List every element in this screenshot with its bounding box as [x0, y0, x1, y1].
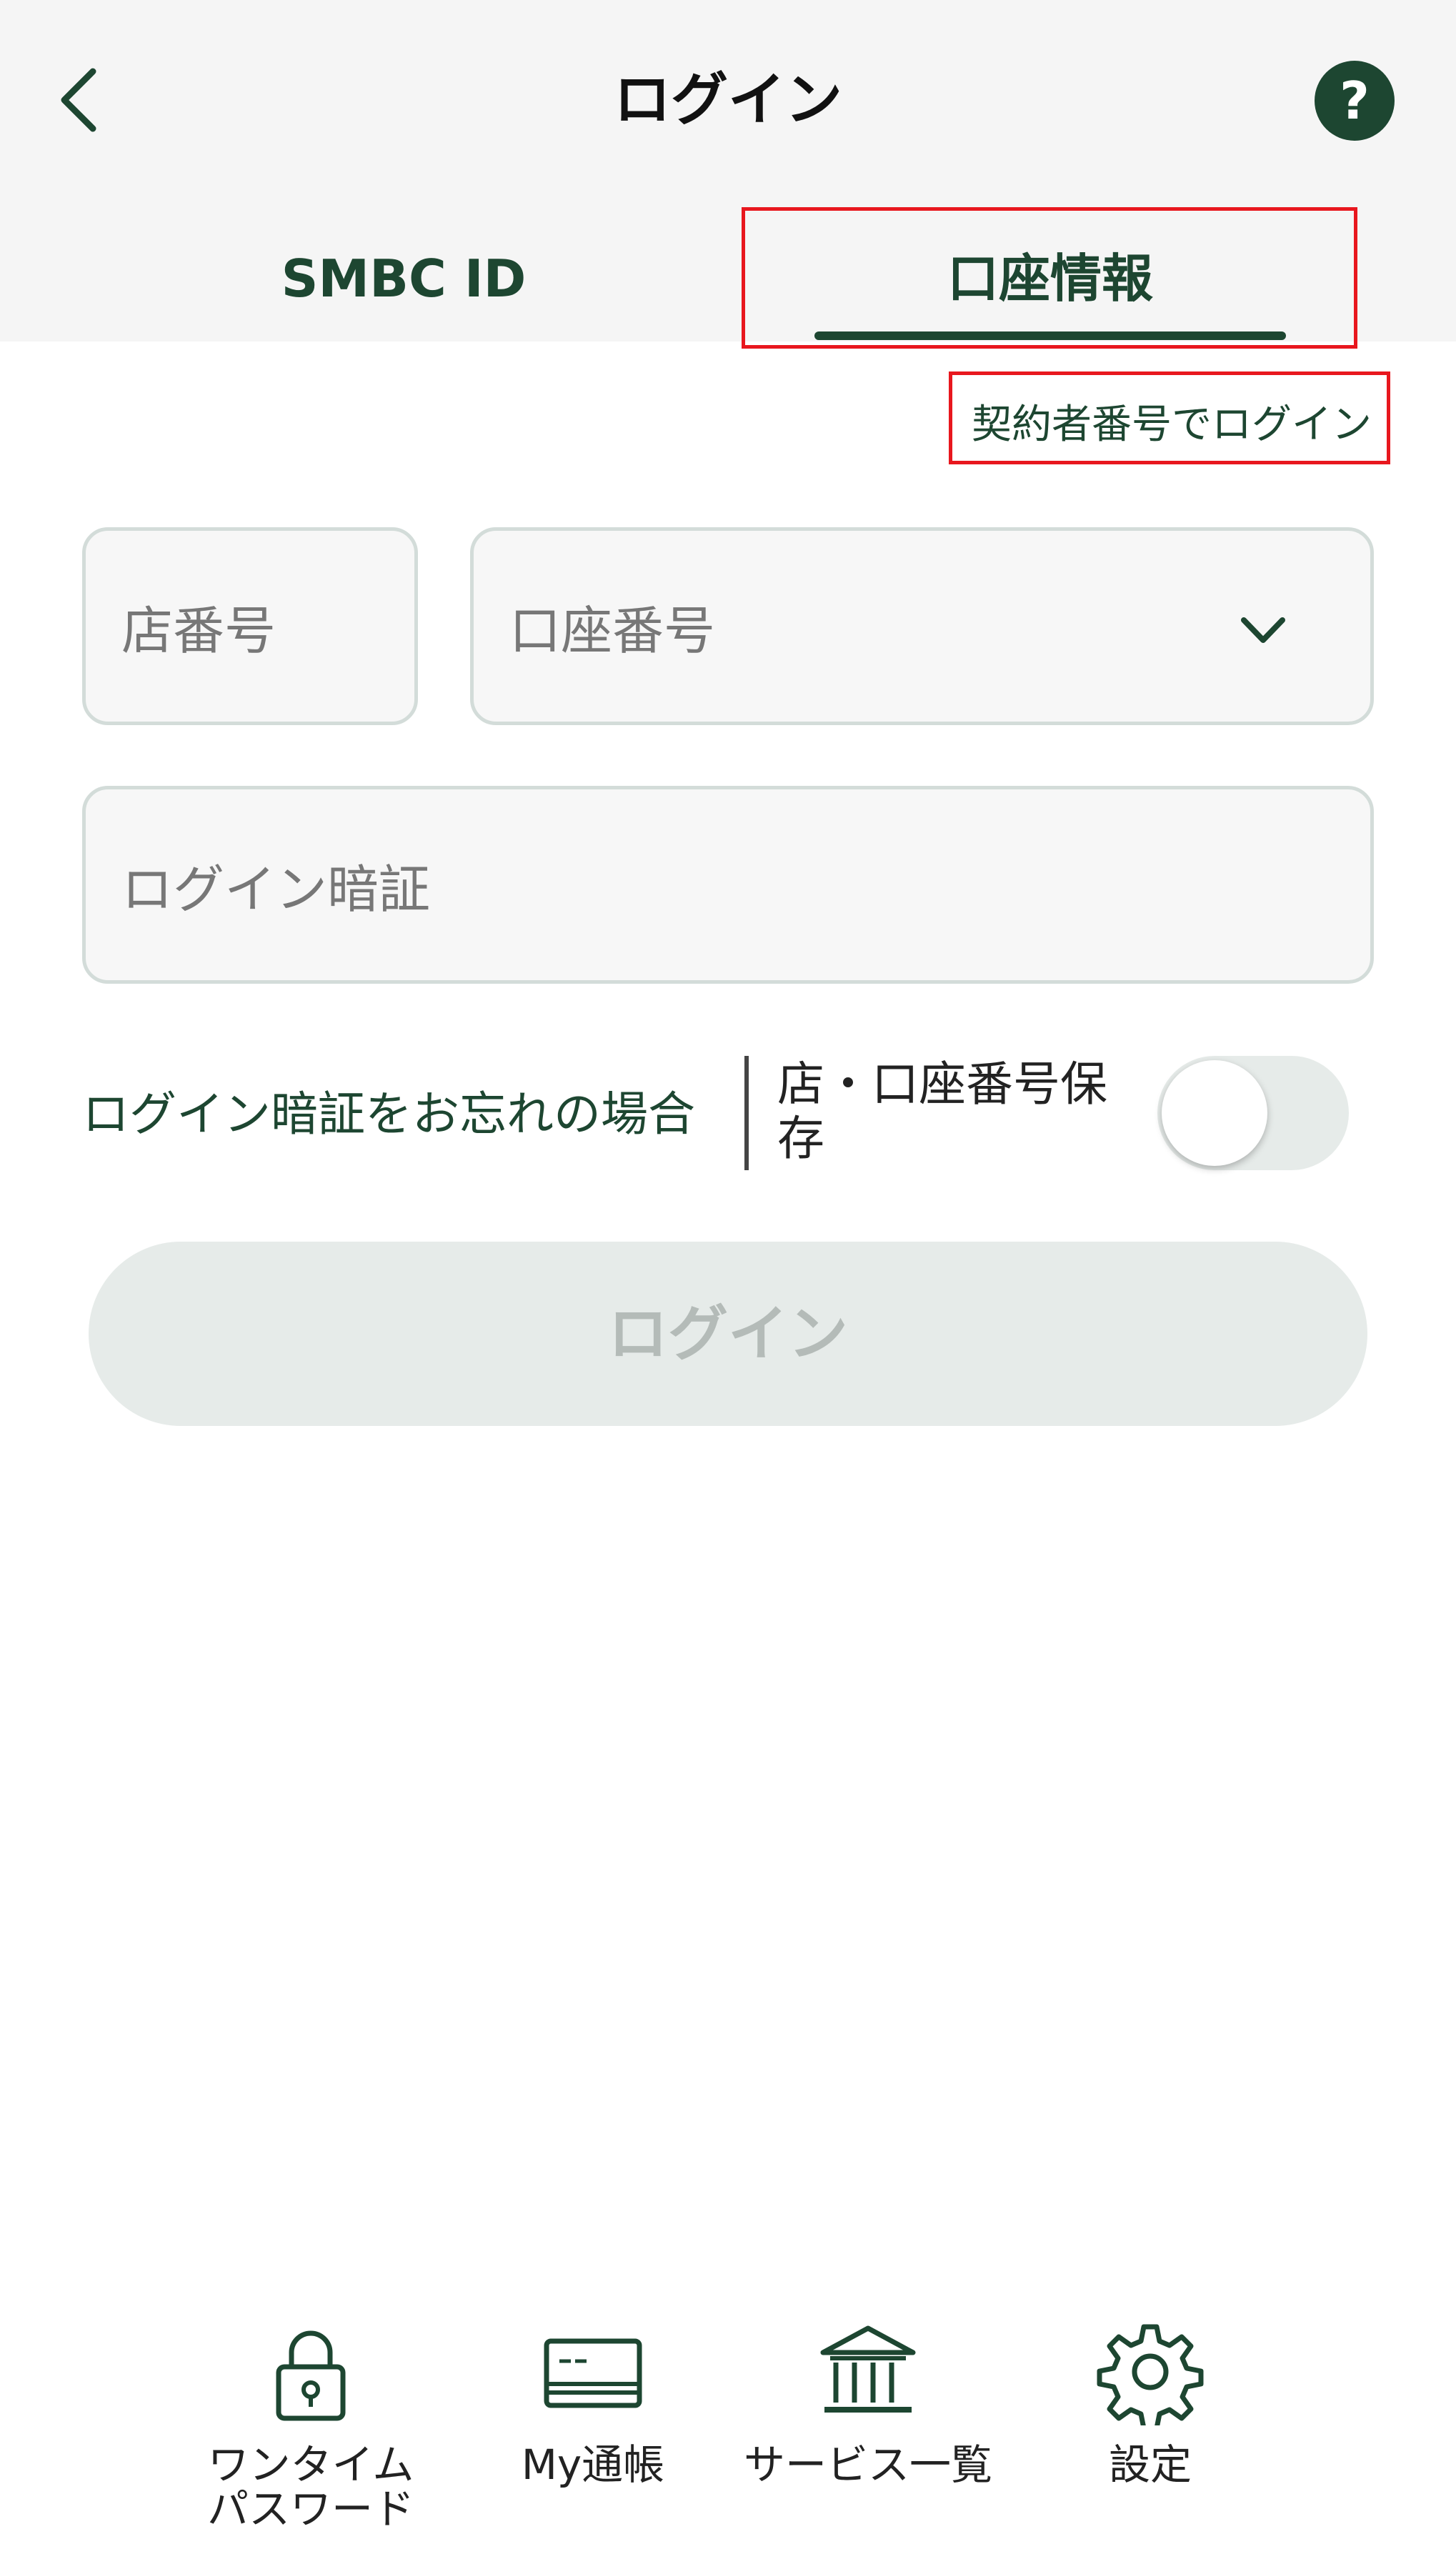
chevron-down-icon[interactable]	[1235, 602, 1292, 659]
nav-my-passbook[interactable]: My通帳	[464, 2318, 722, 2554]
login-button[interactable]: ログイン	[89, 1242, 1367, 1426]
login-password-input[interactable]: ログイン暗証	[82, 786, 1374, 984]
nav-label: My通帳	[521, 2440, 665, 2489]
bank-icon	[820, 2325, 916, 2413]
save-account-label: 店・口座番号保存	[777, 1057, 1107, 1166]
login-password-placeholder: ログイン暗証	[121, 859, 431, 919]
forgot-password-link[interactable]: ログイン暗証をお忘れの場合	[82, 1075, 695, 1154]
nav-label: 設定	[1108, 2440, 1192, 2489]
nav-label: サービス一覧	[743, 2440, 992, 2489]
gear-icon	[1097, 2324, 1204, 2425]
nav-label: ワンタイム パスワード	[206, 2440, 414, 2533]
save-account-toggle[interactable]	[1157, 1056, 1349, 1170]
account-number-placeholder: 口座番号	[509, 601, 716, 661]
tab-smbc-id[interactable]: SMBC ID	[171, 236, 636, 321]
tab-active-indicator	[814, 331, 1286, 340]
lock-icon	[276, 2330, 346, 2421]
help-button[interactable]: ?	[1315, 61, 1395, 141]
page-title: ログイン	[614, 66, 842, 133]
toggle-knob	[1162, 1060, 1267, 1166]
account-number-input[interactable]: 口座番号	[470, 527, 1374, 725]
contract-login-link[interactable]: 契約者番号でログイン	[964, 389, 1379, 461]
nav-settings[interactable]: 設定	[1022, 2318, 1279, 2554]
branch-number-placeholder: 店番号	[121, 601, 276, 661]
nav-service-list[interactable]: サービス一覧	[739, 2318, 997, 2554]
passbook-icon	[544, 2338, 642, 2408]
tab-account-info[interactable]: 口座情報	[814, 236, 1286, 321]
divider	[744, 1056, 749, 1170]
branch-number-input[interactable]: 店番号	[82, 527, 418, 725]
nav-onetime-password[interactable]: ワンタイム パスワード	[182, 2318, 439, 2554]
